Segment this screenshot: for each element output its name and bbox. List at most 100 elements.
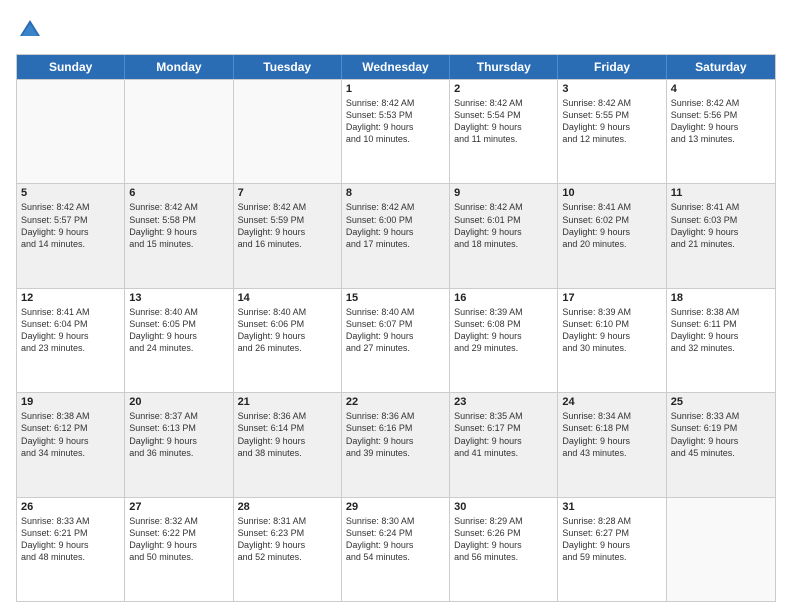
header-day-friday: Friday	[558, 55, 666, 79]
cal-cell: 31 Sunrise: 8:28 AMSunset: 6:27 PMDayligh…	[558, 498, 666, 601]
cal-cell: 20Sunrise: 8:37 AMSunset: 6:13 PMDayligh…	[125, 393, 233, 496]
day-number: 5	[21, 187, 120, 199]
cell-content: Sunrise: 8:42 AMSunset: 5:54 PMDaylight:…	[454, 97, 553, 146]
cell-content: Sunrise: 8:28 AMSunset: 6:27 PMDaylight:…	[562, 515, 661, 564]
cal-cell: 8 Sunrise: 8:42 AMSunset: 6:00 PMDaylight…	[342, 184, 450, 287]
cell-content: Sunrise: 8:36 AMSunset: 6:16 PMDaylight:…	[346, 410, 445, 459]
cell-content: Sunrise: 8:37 AMSunset: 6:13 PMDaylight:…	[129, 410, 228, 459]
calendar-body: 1 Sunrise: 8:42 AMSunset: 5:53 PMDaylight…	[17, 79, 775, 601]
cell-content: Sunrise: 8:41 AMSunset: 6:04 PMDaylight:…	[21, 306, 120, 355]
day-number: 6	[129, 187, 228, 199]
cell-content: Sunrise: 8:40 AMSunset: 6:06 PMDaylight:…	[238, 306, 337, 355]
cal-cell	[17, 80, 125, 183]
cell-content: Sunrise: 8:30 AMSunset: 6:24 PMDaylight:…	[346, 515, 445, 564]
cal-cell: 11 Sunrise: 8:41 AMSunset: 6:03 PMDayligh…	[667, 184, 775, 287]
cal-cell: 15 Sunrise: 8:40 AMSunset: 6:07 PMDayligh…	[342, 289, 450, 392]
cal-cell: 22 Sunrise: 8:36 AMSunset: 6:16 PMDayligh…	[342, 393, 450, 496]
cal-cell: 3 Sunrise: 8:42 AMSunset: 5:55 PMDaylight…	[558, 80, 666, 183]
cal-cell: 7Sunrise: 8:42 AMSunset: 5:59 PMDaylight…	[234, 184, 342, 287]
day-number: 8	[346, 187, 445, 199]
cell-content: Sunrise: 8:31 AMSunset: 6:23 PMDaylight:…	[238, 515, 337, 564]
cal-cell: 29 Sunrise: 8:30 AMSunset: 6:24 PMDayligh…	[342, 498, 450, 601]
cal-cell: 9Sunrise: 8:42 AMSunset: 6:01 PMDaylight…	[450, 184, 558, 287]
day-number: 31	[562, 501, 661, 513]
day-number: 22	[346, 396, 445, 408]
cell-content: Sunrise: 8:42 AMSunset: 5:57 PMDaylight:…	[21, 201, 120, 250]
cell-content: Sunrise: 8:42 AMSunset: 6:00 PMDaylight:…	[346, 201, 445, 250]
cal-cell: 26 Sunrise: 8:33 AMSunset: 6:21 PMDayligh…	[17, 498, 125, 601]
cell-content: Sunrise: 8:38 AMSunset: 6:12 PMDaylight:…	[21, 410, 120, 459]
cal-cell: 2Sunrise: 8:42 AMSunset: 5:54 PMDaylight…	[450, 80, 558, 183]
day-number: 21	[238, 396, 337, 408]
cell-content: Sunrise: 8:42 AMSunset: 5:56 PMDaylight:…	[671, 97, 771, 146]
day-number: 28	[238, 501, 337, 513]
cell-content: Sunrise: 8:41 AMSunset: 6:02 PMDaylight:…	[562, 201, 661, 250]
cal-cell: 12 Sunrise: 8:41 AMSunset: 6:04 PMDayligh…	[17, 289, 125, 392]
cal-cell	[234, 80, 342, 183]
day-number: 7	[238, 187, 337, 199]
cal-cell: 5 Sunrise: 8:42 AMSunset: 5:57 PMDaylight…	[17, 184, 125, 287]
day-number: 24	[562, 396, 661, 408]
cell-content: Sunrise: 8:39 AMSunset: 6:10 PMDaylight:…	[562, 306, 661, 355]
day-number: 27	[129, 501, 228, 513]
day-number: 11	[671, 187, 771, 199]
page: SundayMondayTuesdayWednesdayThursdayFrid…	[0, 0, 792, 612]
header-day-sunday: Sunday	[17, 55, 125, 79]
header	[16, 16, 776, 44]
day-number: 13	[129, 292, 228, 304]
day-number: 19	[21, 396, 120, 408]
cell-content: Sunrise: 8:41 AMSunset: 6:03 PMDaylight:…	[671, 201, 771, 250]
day-number: 12	[21, 292, 120, 304]
cell-content: Sunrise: 8:42 AMSunset: 5:55 PMDaylight:…	[562, 97, 661, 146]
logo-icon	[16, 16, 44, 44]
cal-row-3: 19 Sunrise: 8:38 AMSunset: 6:12 PMDayligh…	[17, 392, 775, 496]
cal-cell	[125, 80, 233, 183]
day-number: 25	[671, 396, 771, 408]
cell-content: Sunrise: 8:42 AMSunset: 5:53 PMDaylight:…	[346, 97, 445, 146]
header-day-wednesday: Wednesday	[342, 55, 450, 79]
cell-content: Sunrise: 8:35 AMSunset: 6:17 PMDaylight:…	[454, 410, 553, 459]
day-number: 1	[346, 83, 445, 95]
cal-cell: 16Sunrise: 8:39 AMSunset: 6:08 PMDayligh…	[450, 289, 558, 392]
day-number: 3	[562, 83, 661, 95]
cal-cell: 6 Sunrise: 8:42 AMSunset: 5:58 PMDaylight…	[125, 184, 233, 287]
cal-cell: 27 Sunrise: 8:32 AMSunset: 6:22 PMDayligh…	[125, 498, 233, 601]
cell-content: Sunrise: 8:38 AMSunset: 6:11 PMDaylight:…	[671, 306, 771, 355]
cell-content: Sunrise: 8:40 AMSunset: 6:05 PMDaylight:…	[129, 306, 228, 355]
cal-cell: 18 Sunrise: 8:38 AMSunset: 6:11 PMDayligh…	[667, 289, 775, 392]
header-day-thursday: Thursday	[450, 55, 558, 79]
cal-row-0: 1 Sunrise: 8:42 AMSunset: 5:53 PMDaylight…	[17, 79, 775, 183]
day-number: 18	[671, 292, 771, 304]
cal-row-4: 26 Sunrise: 8:33 AMSunset: 6:21 PMDayligh…	[17, 497, 775, 601]
cal-cell: 21 Sunrise: 8:36 AMSunset: 6:14 PMDayligh…	[234, 393, 342, 496]
cal-cell: 14 Sunrise: 8:40 AMSunset: 6:06 PMDayligh…	[234, 289, 342, 392]
header-day-monday: Monday	[125, 55, 233, 79]
cal-cell: 4 Sunrise: 8:42 AMSunset: 5:56 PMDaylight…	[667, 80, 775, 183]
cal-cell: 13 Sunrise: 8:40 AMSunset: 6:05 PMDayligh…	[125, 289, 233, 392]
calendar: SundayMondayTuesdayWednesdayThursdayFrid…	[16, 54, 776, 602]
day-number: 26	[21, 501, 120, 513]
cell-content: Sunrise: 8:34 AMSunset: 6:18 PMDaylight:…	[562, 410, 661, 459]
day-number: 16	[454, 292, 553, 304]
cal-cell: 25 Sunrise: 8:33 AMSunset: 6:19 PMDayligh…	[667, 393, 775, 496]
cal-row-1: 5 Sunrise: 8:42 AMSunset: 5:57 PMDaylight…	[17, 183, 775, 287]
day-number: 15	[346, 292, 445, 304]
day-number: 10	[562, 187, 661, 199]
header-day-saturday: Saturday	[667, 55, 775, 79]
cell-content: Sunrise: 8:40 AMSunset: 6:07 PMDaylight:…	[346, 306, 445, 355]
cell-content: Sunrise: 8:42 AMSunset: 5:58 PMDaylight:…	[129, 201, 228, 250]
day-number: 9	[454, 187, 553, 199]
day-number: 17	[562, 292, 661, 304]
day-number: 30	[454, 501, 553, 513]
cell-content: Sunrise: 8:29 AMSunset: 6:26 PMDaylight:…	[454, 515, 553, 564]
cal-cell: 30 Sunrise: 8:29 AMSunset: 6:26 PMDayligh…	[450, 498, 558, 601]
cal-cell: 28 Sunrise: 8:31 AMSunset: 6:23 PMDayligh…	[234, 498, 342, 601]
cell-content: Sunrise: 8:33 AMSunset: 6:19 PMDaylight:…	[671, 410, 771, 459]
day-number: 14	[238, 292, 337, 304]
cell-content: Sunrise: 8:32 AMSunset: 6:22 PMDaylight:…	[129, 515, 228, 564]
cal-cell: 17 Sunrise: 8:39 AMSunset: 6:10 PMDayligh…	[558, 289, 666, 392]
cell-content: Sunrise: 8:36 AMSunset: 6:14 PMDaylight:…	[238, 410, 337, 459]
cell-content: Sunrise: 8:33 AMSunset: 6:21 PMDaylight:…	[21, 515, 120, 564]
day-number: 4	[671, 83, 771, 95]
day-number: 29	[346, 501, 445, 513]
